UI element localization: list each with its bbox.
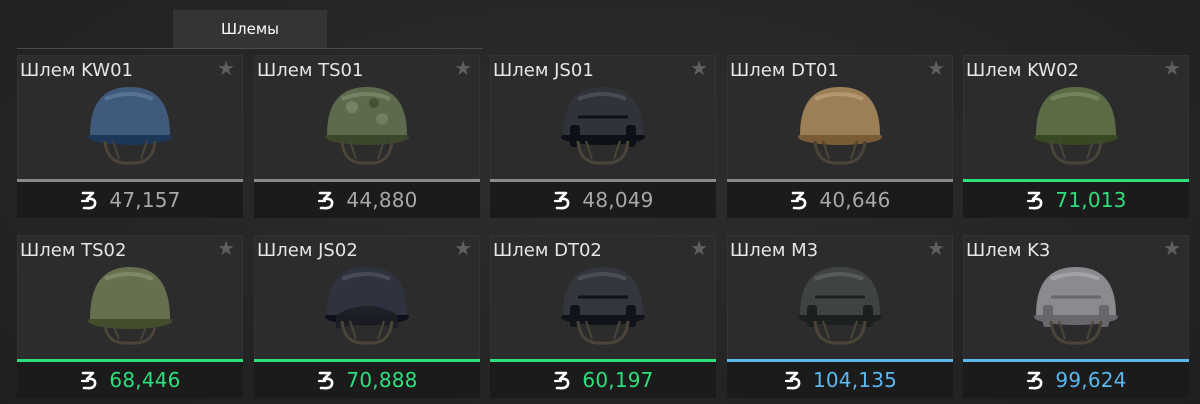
price-row: 99,624 xyxy=(963,362,1189,398)
currency-icon xyxy=(81,191,97,210)
item-price: 44,880 xyxy=(346,188,418,212)
item-image xyxy=(785,77,895,177)
star-icon[interactable]: ★ xyxy=(690,58,708,78)
helmet-icon xyxy=(1034,267,1118,345)
currency-icon xyxy=(318,191,334,210)
item-price: 70,888 xyxy=(346,368,418,392)
price-row: 47,157 xyxy=(17,182,243,218)
item-image xyxy=(75,77,185,177)
item-card[interactable]: Шлем M3 ★ 104,135 xyxy=(727,235,953,398)
item-card[interactable]: Шлем TS01 ★ 44,880 xyxy=(254,55,480,218)
helmet-icon xyxy=(88,87,172,165)
star-icon[interactable]: ★ xyxy=(217,238,235,258)
price-row: 70,888 xyxy=(254,362,480,398)
item-image xyxy=(785,257,895,357)
star-icon[interactable]: ★ xyxy=(927,238,945,258)
star-icon[interactable]: ★ xyxy=(1163,58,1181,78)
currency-icon xyxy=(81,371,97,390)
currency-icon xyxy=(784,371,801,390)
item-price: 104,135 xyxy=(812,368,898,392)
item-image xyxy=(312,77,422,177)
tab-underline xyxy=(17,48,483,49)
item-card[interactable]: Шлем TS02 ★ 68,446 xyxy=(17,235,243,398)
star-icon[interactable]: ★ xyxy=(1163,238,1181,258)
item-card[interactable]: Шлем DT01 ★ 40,646 xyxy=(727,55,953,218)
star-icon[interactable]: ★ xyxy=(217,58,235,78)
currency-icon xyxy=(318,371,334,390)
currency-icon xyxy=(554,191,570,210)
item-image xyxy=(548,77,658,177)
helmet-icon xyxy=(561,267,645,345)
tab-helmets[interactable]: Шлемы xyxy=(173,10,327,48)
item-card[interactable]: Шлем DT02 ★ 60,197 xyxy=(490,235,716,398)
price-row: 40,646 xyxy=(727,182,953,218)
item-price: 60,197 xyxy=(582,368,654,392)
item-price: 48,049 xyxy=(582,188,654,212)
helmet-icon xyxy=(798,267,882,345)
item-card[interactable]: Шлем JS01 ★ 48,049 xyxy=(490,55,716,218)
helmet-icon xyxy=(1034,87,1118,165)
price-row: 48,049 xyxy=(490,182,716,218)
item-price: 99,624 xyxy=(1055,368,1127,392)
item-price: 71,013 xyxy=(1055,188,1127,212)
helmet-icon xyxy=(798,87,882,165)
item-image xyxy=(548,257,658,357)
currency-icon xyxy=(554,371,570,390)
item-card[interactable]: Шлем JS02 ★ 70,888 xyxy=(254,235,480,398)
item-price: 40,646 xyxy=(819,188,891,212)
star-icon[interactable]: ★ xyxy=(927,58,945,78)
item-image xyxy=(1021,77,1131,177)
tab-bar: Шлемы xyxy=(0,0,1200,50)
helmet-icon xyxy=(561,87,645,165)
currency-icon xyxy=(791,191,807,210)
item-image xyxy=(312,257,422,357)
star-icon[interactable]: ★ xyxy=(690,238,708,258)
price-row: 60,197 xyxy=(490,362,716,398)
item-card[interactable]: Шлем KW02 ★ 71,013 xyxy=(963,55,1189,218)
currency-icon xyxy=(1027,191,1043,210)
helmet-icon xyxy=(325,267,409,345)
item-card[interactable]: Шлем KW01 ★ 47,157 xyxy=(17,55,243,218)
star-icon[interactable]: ★ xyxy=(454,238,472,258)
price-row: 68,446 xyxy=(17,362,243,398)
item-price: 47,157 xyxy=(109,188,181,212)
item-image xyxy=(1021,257,1131,357)
helmet-icon xyxy=(88,267,172,345)
price-row: 104,135 xyxy=(727,362,953,398)
item-image xyxy=(75,257,185,357)
price-row: 44,880 xyxy=(254,182,480,218)
helmet-icon xyxy=(325,87,409,165)
currency-icon xyxy=(1027,371,1043,390)
price-row: 71,013 xyxy=(963,182,1189,218)
star-icon[interactable]: ★ xyxy=(454,58,472,78)
item-price: 68,446 xyxy=(109,368,181,392)
item-card[interactable]: Шлем K3 ★ 99,624 xyxy=(963,235,1189,398)
